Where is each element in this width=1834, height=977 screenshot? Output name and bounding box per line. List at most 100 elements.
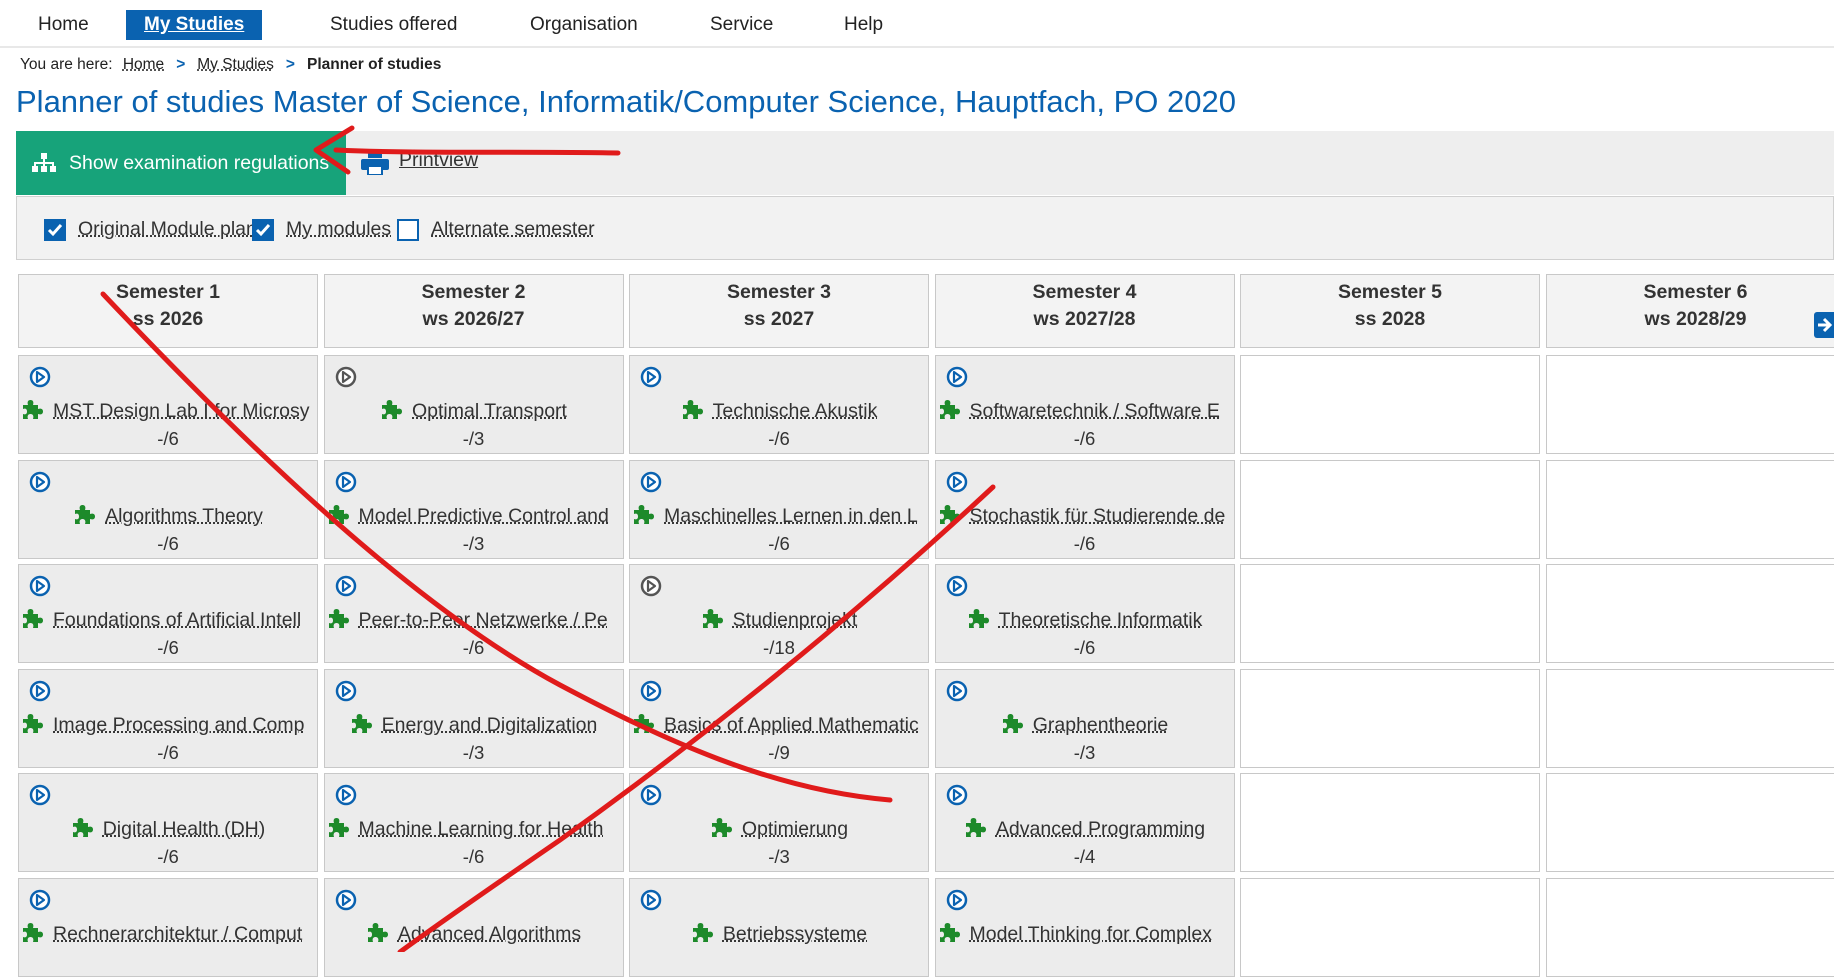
filter-bar: Original Module plan My modules Alternat… bbox=[16, 196, 1834, 260]
module-link[interactable]: Softwaretechnik / Software E bbox=[936, 398, 1234, 424]
module-details-arrow-icon[interactable] bbox=[29, 471, 51, 493]
module-name: Technische Akustik bbox=[713, 400, 878, 422]
empty-slot[interactable] bbox=[1546, 773, 1834, 872]
empty-slot[interactable] bbox=[1240, 773, 1540, 872]
module-details-arrow-icon[interactable] bbox=[946, 889, 968, 911]
module-link[interactable]: Optimal Transport bbox=[325, 398, 623, 424]
nav-help[interactable]: Help bbox=[826, 10, 901, 40]
module-link[interactable]: Machine Learning for Health bbox=[325, 816, 623, 842]
module-link[interactable]: MST Design Lab I for Microsy bbox=[19, 398, 317, 424]
module-link[interactable]: Energy and Digitalization bbox=[325, 712, 623, 738]
module-link[interactable]: Algorithms Theory bbox=[19, 503, 317, 529]
module-cell: Machine Learning for Health-/6 bbox=[324, 773, 624, 872]
module-details-arrow-icon[interactable] bbox=[335, 575, 357, 597]
module-link[interactable]: Theoretische Informatik bbox=[936, 607, 1234, 633]
empty-slot[interactable] bbox=[1546, 564, 1834, 663]
module-details-arrow-icon[interactable] bbox=[640, 471, 662, 493]
module-credits: -/6 bbox=[19, 742, 317, 764]
puzzle-piece-icon bbox=[21, 398, 45, 424]
module-link[interactable]: Foundations of Artificial Intell bbox=[19, 607, 317, 633]
module-link[interactable]: Maschinelles Lernen in den L bbox=[630, 503, 928, 529]
module-details-arrow-icon[interactable] bbox=[640, 366, 662, 388]
module-details-arrow-icon[interactable] bbox=[640, 889, 662, 911]
module-details-arrow-icon[interactable] bbox=[29, 889, 51, 911]
semester-header: Semester 5ss 2028 bbox=[1240, 274, 1540, 348]
module-link[interactable]: Peer-to-Peer Netzwerke / Pe bbox=[325, 607, 623, 633]
puzzle-piece-icon bbox=[938, 503, 962, 529]
checkbox-checked-icon[interactable] bbox=[44, 219, 66, 241]
module-link[interactable]: Stochastik für Studierende de bbox=[936, 503, 1234, 529]
puzzle-piece-icon bbox=[701, 607, 725, 633]
module-link[interactable]: Image Processing and Comp bbox=[19, 712, 317, 738]
puzzle-piece-icon bbox=[21, 921, 45, 947]
empty-slot[interactable] bbox=[1240, 460, 1540, 559]
module-details-arrow-icon[interactable] bbox=[335, 471, 357, 493]
module-credits: -/3 bbox=[936, 742, 1234, 764]
next-semesters-arrow-icon[interactable] bbox=[1814, 312, 1834, 338]
module-details-arrow-icon[interactable] bbox=[29, 680, 51, 702]
module-details-arrow-icon[interactable] bbox=[946, 366, 968, 388]
module-details-arrow-icon[interactable] bbox=[335, 784, 357, 806]
show-examination-regulations-label: Show examination regulations bbox=[69, 131, 329, 195]
breadcrumb-home[interactable]: Home bbox=[123, 56, 164, 73]
module-link[interactable]: Basics of Applied Mathematic bbox=[630, 712, 928, 738]
puzzle-piece-icon bbox=[710, 816, 734, 842]
empty-slot[interactable] bbox=[1546, 460, 1834, 559]
empty-slot[interactable] bbox=[1546, 669, 1834, 768]
module-details-arrow-icon[interactable] bbox=[335, 680, 357, 702]
breadcrumb-my-studies[interactable]: My Studies bbox=[197, 56, 274, 73]
module-cell: Graphentheorie -/3 bbox=[935, 669, 1235, 768]
module-name: Optimierung bbox=[742, 818, 848, 840]
nav-home[interactable]: Home bbox=[20, 10, 107, 40]
module-link[interactable]: Model Thinking for Complex bbox=[936, 921, 1234, 947]
nav-organisation[interactable]: Organisation bbox=[512, 10, 656, 40]
module-details-arrow-icon[interactable] bbox=[29, 575, 51, 597]
empty-slot[interactable] bbox=[1240, 355, 1540, 454]
module-link[interactable]: Advanced Algorithms bbox=[325, 921, 623, 947]
module-link[interactable]: Optimierung bbox=[630, 816, 928, 842]
module-details-arrow-icon[interactable] bbox=[640, 784, 662, 806]
toolbar: Show examination regulations Printview bbox=[16, 131, 1834, 195]
empty-slot[interactable] bbox=[1546, 878, 1834, 977]
module-details-arrow-icon[interactable] bbox=[335, 366, 357, 388]
module-details-arrow-icon[interactable] bbox=[946, 575, 968, 597]
module-link[interactable]: Advanced Programming bbox=[936, 816, 1234, 842]
module-cell: Peer-to-Peer Netzwerke / Pe -/6 bbox=[324, 564, 624, 663]
module-link[interactable]: Digital Health (DH) bbox=[19, 816, 317, 842]
module-details-arrow-icon[interactable] bbox=[946, 784, 968, 806]
empty-slot[interactable] bbox=[1240, 564, 1540, 663]
module-link[interactable]: Betriebssysteme bbox=[630, 921, 928, 947]
semester-name: Semester 3 bbox=[630, 281, 928, 304]
nav-my-studies[interactable]: My Studies bbox=[126, 10, 262, 40]
module-details-arrow-icon[interactable] bbox=[946, 471, 968, 493]
empty-slot[interactable] bbox=[1546, 355, 1834, 454]
module-link[interactable]: Technische Akustik bbox=[630, 398, 928, 424]
module-link[interactable]: Graphentheorie bbox=[936, 712, 1234, 738]
empty-slot[interactable] bbox=[1240, 669, 1540, 768]
module-credits: -/3 bbox=[325, 533, 623, 555]
module-cell: Foundations of Artificial Intell-/6 bbox=[18, 564, 318, 663]
sitemap-icon bbox=[32, 153, 56, 173]
top-navigation: Home My Studies Studies offered Organisa… bbox=[0, 0, 1834, 48]
module-credits: -/6 bbox=[325, 637, 623, 659]
module-details-arrow-icon[interactable] bbox=[335, 889, 357, 911]
module-details-arrow-icon[interactable] bbox=[29, 784, 51, 806]
show-examination-regulations-button[interactable]: Show examination regulations bbox=[16, 131, 346, 195]
module-details-arrow-icon[interactable] bbox=[29, 366, 51, 388]
module-details-arrow-icon[interactable] bbox=[946, 680, 968, 702]
checkbox-checked-icon[interactable] bbox=[252, 219, 274, 241]
semester-name: Semester 1 bbox=[19, 281, 317, 304]
nav-service[interactable]: Service bbox=[692, 10, 791, 40]
semester-header: Semester 2ws 2026/27 bbox=[324, 274, 624, 348]
module-name: Stochastik für Studierende de bbox=[970, 505, 1226, 527]
module-link[interactable]: Studienprojekt bbox=[630, 607, 928, 633]
nav-studies-offered[interactable]: Studies offered bbox=[312, 10, 475, 40]
module-link[interactable]: Model Predictive Control and bbox=[325, 503, 623, 529]
module-details-arrow-icon[interactable] bbox=[640, 575, 662, 597]
checkbox-unchecked-icon[interactable] bbox=[397, 219, 419, 241]
module-cell: Optimierung-/3 bbox=[629, 773, 929, 872]
semester-name: Semester 2 bbox=[325, 281, 623, 304]
module-link[interactable]: Rechnerarchitektur / Comput bbox=[19, 921, 317, 947]
empty-slot[interactable] bbox=[1240, 878, 1540, 977]
module-details-arrow-icon[interactable] bbox=[640, 680, 662, 702]
